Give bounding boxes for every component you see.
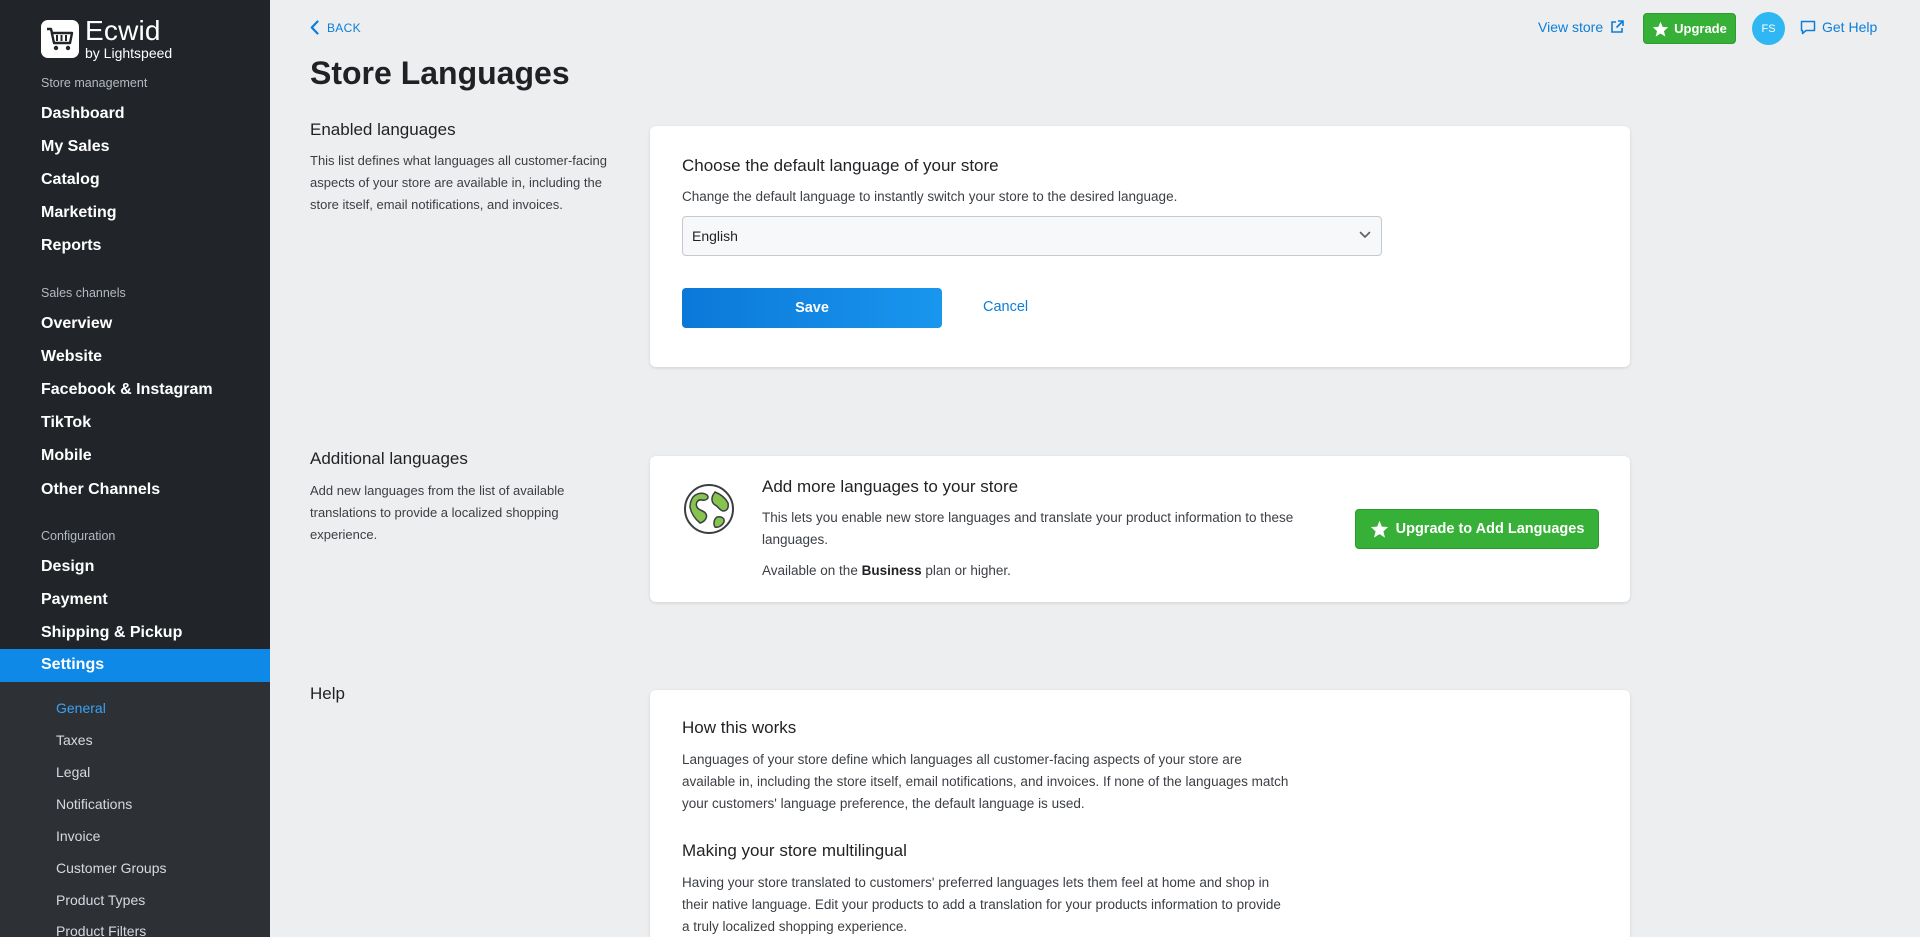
back-link[interactable]: BACK bbox=[310, 20, 361, 35]
sidebar-item-facebook-instagram[interactable]: Facebook & Instagram bbox=[41, 381, 213, 399]
globe-icon bbox=[683, 483, 735, 540]
plan-name: Business bbox=[861, 563, 922, 578]
subnav-item-taxes[interactable]: Taxes bbox=[56, 732, 93, 748]
view-store-label: View store bbox=[1538, 19, 1604, 35]
sidebar-item-payment[interactable]: Payment bbox=[41, 591, 108, 609]
enabled-languages-desc: This list defines what languages all cus… bbox=[310, 153, 607, 212]
default-language-card-title: Choose the default language of your stor… bbox=[682, 156, 999, 175]
sidebar-item-settings[interactable]: Settings bbox=[0, 649, 270, 682]
sidebar-item-marketing[interactable]: Marketing bbox=[41, 204, 117, 222]
star-icon bbox=[1652, 21, 1669, 37]
chat-icon bbox=[1800, 20, 1816, 34]
subnav-item-legal[interactable]: Legal bbox=[56, 764, 90, 780]
upgrade-to-add-languages-button[interactable]: Upgrade to Add Languages bbox=[1355, 509, 1599, 549]
save-button[interactable]: Save bbox=[682, 288, 942, 328]
sidebar-item-catalog[interactable]: Catalog bbox=[41, 171, 100, 189]
settings-subnav: General Taxes Legal Notifications Invoic… bbox=[0, 682, 270, 937]
sidebar-item-my-sales[interactable]: My Sales bbox=[41, 138, 109, 156]
page-title: Store Languages bbox=[310, 55, 570, 91]
help-how-this-works-text: Languages of your store define which lan… bbox=[682, 752, 1289, 811]
section-label-configuration: Configuration bbox=[41, 529, 116, 543]
ecwid-logo[interactable]: Ecwid by Lightspeed bbox=[41, 17, 172, 60]
get-help-link[interactable]: Get Help bbox=[1800, 19, 1877, 35]
sidebar-item-mobile[interactable]: Mobile bbox=[41, 447, 92, 465]
brand-name: Ecwid bbox=[85, 15, 161, 46]
sidebar-item-overview[interactable]: Overview bbox=[41, 315, 112, 333]
sidebar-item-tiktok[interactable]: TikTok bbox=[41, 414, 91, 432]
sidebar-item-shipping-pickup[interactable]: Shipping & Pickup bbox=[41, 624, 182, 642]
enabled-languages-title: Enabled languages bbox=[310, 120, 456, 139]
additional-languages-title: Additional languages bbox=[310, 449, 468, 468]
star-icon bbox=[1370, 520, 1388, 538]
default-language-value: English bbox=[692, 228, 738, 244]
plan-availability-suffix: plan or higher. bbox=[921, 563, 1011, 578]
default-language-card-text: Change the default language to instantly… bbox=[682, 189, 1178, 204]
help-title: Help bbox=[310, 684, 345, 703]
sidebar-item-other-channels[interactable]: Other Channels bbox=[41, 481, 160, 499]
plan-availability-prefix: Available on the bbox=[762, 563, 862, 578]
sidebar-item-reports[interactable]: Reports bbox=[41, 237, 101, 255]
view-store-link[interactable]: View store bbox=[1538, 19, 1624, 35]
subnav-item-general[interactable]: General bbox=[56, 700, 106, 716]
additional-languages-desc: Add new languages from the list of avail… bbox=[310, 483, 565, 542]
subnav-item-invoice[interactable]: Invoice bbox=[56, 828, 100, 844]
add-languages-card: Add more languages to your store This le… bbox=[650, 456, 1630, 602]
add-languages-card-text: This lets you enable new store languages… bbox=[762, 510, 1294, 547]
help-card: How this works Languages of your store d… bbox=[650, 690, 1630, 937]
sidebar-item-website[interactable]: Website bbox=[41, 348, 102, 366]
cart-logo-icon bbox=[41, 19, 79, 58]
subnav-item-product-types[interactable]: Product Types bbox=[56, 892, 145, 908]
subnav-item-product-filters[interactable]: Product Filters bbox=[56, 923, 146, 937]
chevron-down-icon bbox=[1359, 231, 1371, 238]
subnav-item-customer-groups[interactable]: Customer Groups bbox=[56, 860, 166, 876]
section-label-sales-channels: Sales channels bbox=[41, 286, 126, 300]
help-multilingual-title: Making your store multilingual bbox=[682, 841, 907, 860]
plan-availability-text: Available on the Business plan or higher… bbox=[762, 560, 1011, 582]
section-label-store-management: Store management bbox=[41, 76, 148, 90]
sidebar-item-settings-label: Settings bbox=[41, 656, 105, 673]
default-language-card: Choose the default language of your stor… bbox=[650, 126, 1630, 367]
avatar[interactable]: FS bbox=[1752, 12, 1785, 45]
add-languages-card-title: Add more languages to your store bbox=[762, 477, 1019, 496]
back-label: BACK bbox=[327, 20, 361, 35]
sidebar: Ecwid by Lightspeed Store management Das… bbox=[0, 0, 270, 937]
brand-sub: by Lightspeed bbox=[85, 45, 173, 61]
sidebar-item-dashboard[interactable]: Dashboard bbox=[41, 105, 125, 123]
default-language-select[interactable]: English bbox=[682, 216, 1382, 256]
cancel-button[interactable]: Cancel bbox=[983, 299, 1028, 315]
sidebar-item-design[interactable]: Design bbox=[41, 558, 94, 576]
chevron-left-icon bbox=[310, 20, 319, 35]
upgrade-to-add-languages-label: Upgrade to Add Languages bbox=[1395, 521, 1585, 537]
help-how-this-works-title: How this works bbox=[682, 718, 797, 737]
upgrade-label: Upgrade bbox=[1674, 21, 1727, 36]
subnav-item-notifications[interactable]: Notifications bbox=[56, 796, 132, 812]
upgrade-button[interactable]: Upgrade bbox=[1643, 13, 1736, 44]
external-link-icon bbox=[1611, 20, 1624, 33]
get-help-label: Get Help bbox=[1822, 19, 1878, 35]
help-multilingual-text: Having your store translated to customer… bbox=[682, 875, 1281, 934]
